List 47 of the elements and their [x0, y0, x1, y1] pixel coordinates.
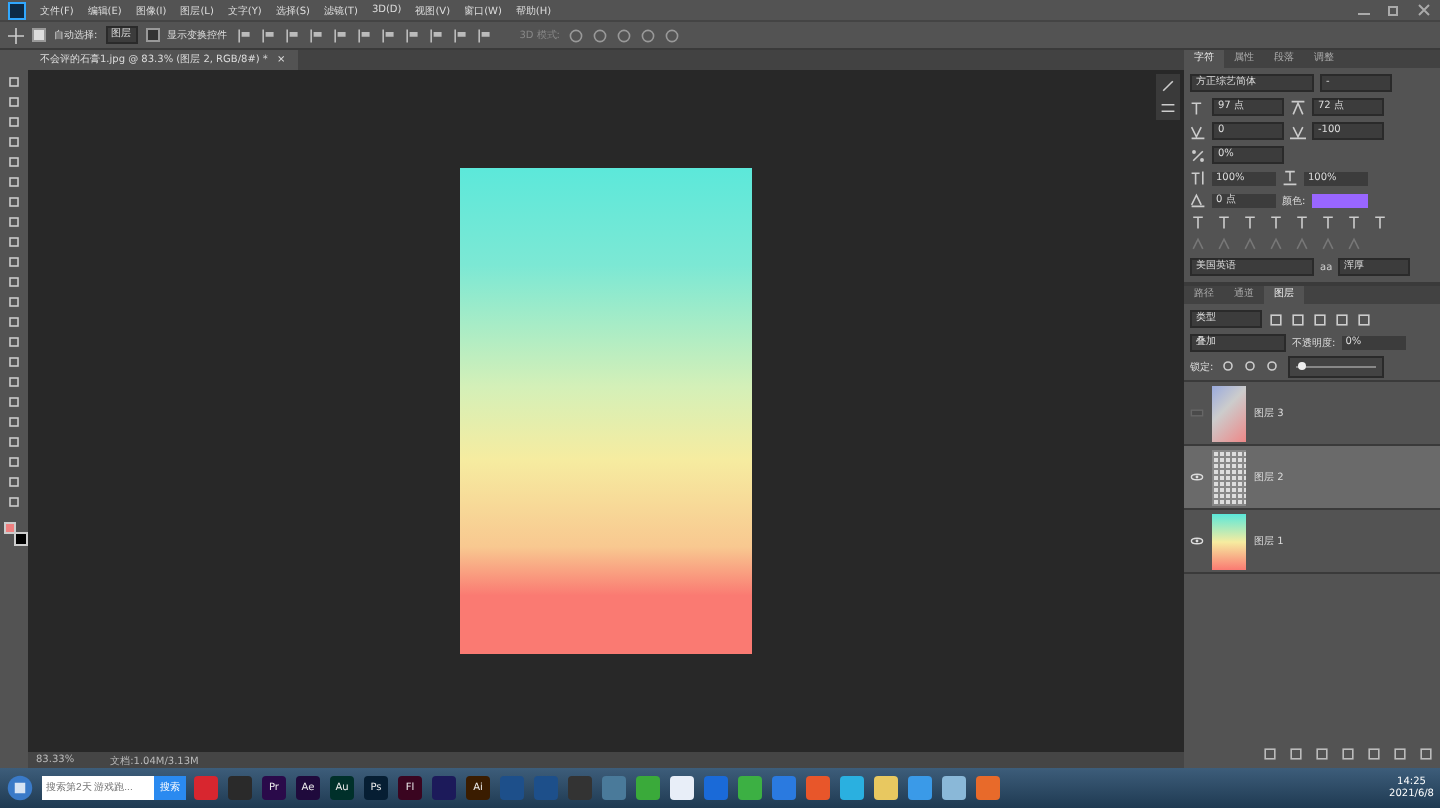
text-style-icon[interactable]: [1268, 214, 1284, 230]
font-size-icon: [1190, 99, 1206, 115]
baseline-shift-icon: [1190, 192, 1206, 208]
swap-icon[interactable]: [1160, 100, 1176, 116]
visibility-toggle[interactable]: [1190, 408, 1204, 418]
photo-placeholder: [1212, 385, 1246, 441]
align-icon[interactable]: [259, 27, 276, 43]
tracking-icon: [1290, 123, 1306, 139]
grid-thumbnail: [1212, 449, 1246, 505]
text-style-icon[interactable]: [1320, 214, 1336, 230]
align-icon[interactable]: [475, 27, 492, 43]
eye-icon[interactable]: [1190, 472, 1204, 482]
text-style-icon[interactable]: [1190, 214, 1206, 230]
slider-thumb[interactable]: [1297, 362, 1306, 370]
align-icon[interactable]: [427, 27, 444, 43]
app-logo: [8, 1, 26, 19]
kerning-icon: [1190, 123, 1206, 139]
leading-icon: [1290, 99, 1306, 115]
brush-icon[interactable]: [1160, 78, 1176, 94]
taskbar-app-icon[interactable]: [670, 776, 694, 800]
transform-checkbox[interactable]: [145, 28, 160, 42]
align-icon[interactable]: [235, 27, 252, 43]
text-color-swatch[interactable]: [1311, 193, 1368, 207]
align-icon[interactable]: [403, 27, 420, 43]
align-icon[interactable]: [331, 27, 348, 43]
close-icon[interactable]: [1416, 2, 1432, 18]
auto-select-checkbox[interactable]: [32, 28, 46, 42]
eye-icon[interactable]: [1190, 536, 1204, 546]
align-icon[interactable]: [307, 27, 324, 43]
text-style-icon[interactable]: [1242, 214, 1258, 230]
gradient-thumbnail: [1212, 513, 1246, 569]
horizontal-scale-icon: [1282, 170, 1298, 186]
foreground-color-swatch[interactable]: [4, 522, 16, 534]
text-style-icon[interactable]: [1346, 214, 1362, 230]
start-icon[interactable]: [6, 774, 34, 802]
move-tool-icon[interactable]: [8, 27, 24, 43]
align-icon[interactable]: [355, 27, 372, 43]
background-color-swatch[interactable]: [14, 532, 28, 546]
align-icon[interactable]: [379, 27, 396, 43]
restore-icon[interactable]: [1386, 2, 1402, 18]
align-icon[interactable]: [283, 27, 300, 43]
text-style-icon[interactable]: [1216, 214, 1232, 230]
align-icon[interactable]: [451, 27, 468, 43]
vertical-scale-icon: [1190, 170, 1206, 186]
scale-icon: [1190, 147, 1206, 163]
text-style-icon[interactable]: [1294, 214, 1310, 230]
text-style-icon[interactable]: [1372, 214, 1388, 230]
